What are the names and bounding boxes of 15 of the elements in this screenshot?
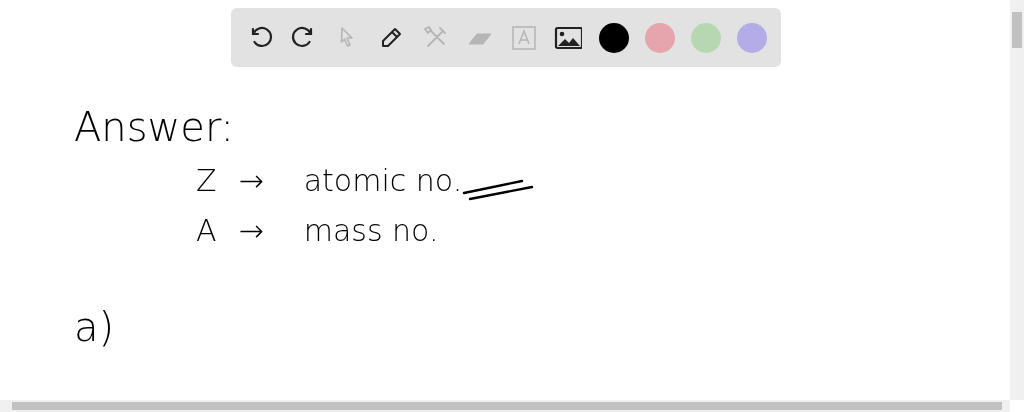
vertical-scrollbar[interactable] [1010, 0, 1024, 400]
handwritten-heading: Answer: [74, 103, 235, 151]
handwritten-part-label: a) [74, 303, 115, 351]
color-swatch[interactable] [599, 22, 629, 53]
color-swatch[interactable] [691, 22, 721, 53]
color-swatch[interactable] [645, 22, 675, 53]
handwritten-meaning: mass no. [303, 212, 439, 250]
handwritten-symbol: A [196, 212, 217, 250]
handwritten-symbol: Z [196, 162, 217, 200]
handwritten-arrow: → [238, 212, 264, 250]
handwritten-meaning: atomic no. [303, 162, 463, 200]
color-swatch[interactable] [737, 22, 767, 53]
horizontal-scrollbar[interactable] [0, 400, 1010, 412]
handwritten-arrow: → [238, 162, 264, 200]
text-box-icon [510, 23, 538, 52]
